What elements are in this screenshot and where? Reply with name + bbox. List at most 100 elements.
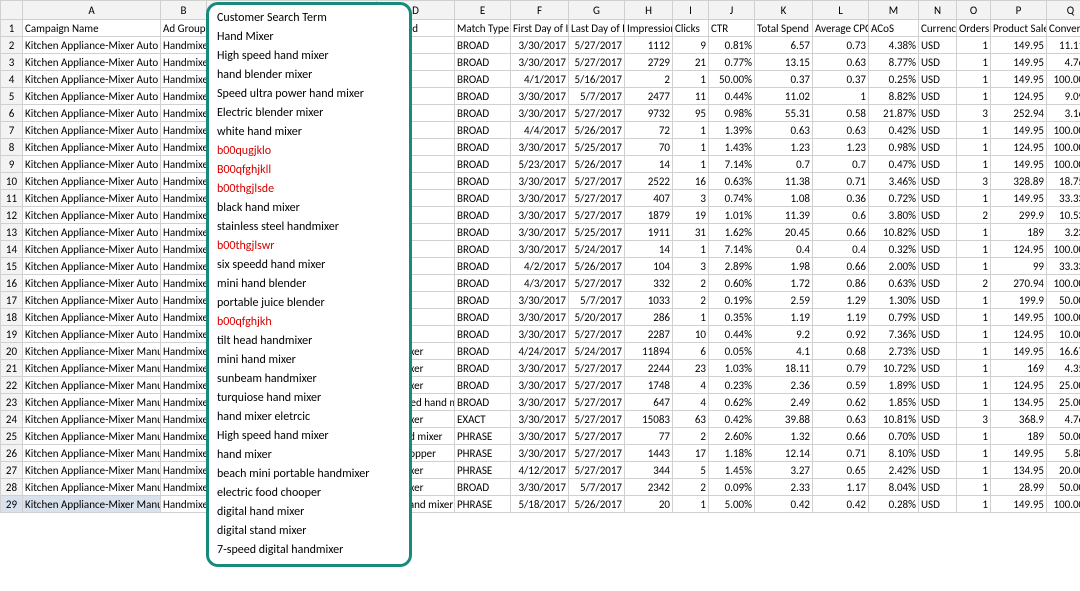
cell-ctr[interactable]: 1.18% xyxy=(709,445,755,462)
cell-orders[interactable]: 1 xyxy=(957,156,991,173)
cell-currency[interactable]: USD xyxy=(919,360,957,377)
cell-matchtype[interactable]: BROAD xyxy=(455,173,511,190)
cell-adgroup[interactable]: Handmixer xyxy=(161,139,207,156)
cell-ctr[interactable]: 1.62% xyxy=(709,224,755,241)
cell-conversion[interactable]: 10.53% xyxy=(1047,207,1080,224)
cell-orders[interactable]: 1 xyxy=(957,309,991,326)
cell-lastday[interactable]: 5/27/2017 xyxy=(569,275,625,292)
cell-cpc[interactable]: 1 xyxy=(813,88,869,105)
cell-sales[interactable]: 149.95 xyxy=(991,343,1047,360)
cell-firstday[interactable]: 3/30/2017 xyxy=(511,207,569,224)
cell-orders[interactable]: 2 xyxy=(957,207,991,224)
cell-orders[interactable]: 1 xyxy=(957,360,991,377)
cell-firstday[interactable]: 3/30/2017 xyxy=(511,445,569,462)
cell-spend[interactable]: 1.32 xyxy=(755,428,813,445)
col-header-K[interactable]: K xyxy=(755,1,813,20)
cell-acos[interactable]: 2.00% xyxy=(869,258,919,275)
cell-impressions[interactable]: 286 xyxy=(625,309,673,326)
cell-matchtype[interactable]: BROAD xyxy=(455,190,511,207)
cell-adgroup[interactable]: Handmixer xyxy=(161,54,207,71)
row-number[interactable]: 9 xyxy=(1,156,23,173)
cell-sales[interactable]: 252.94 xyxy=(991,105,1047,122)
cell-acos[interactable]: 2.42% xyxy=(869,462,919,479)
cell-adgroup[interactable]: Handmixer xyxy=(161,479,207,496)
cell-sales[interactable]: 124.95 xyxy=(991,326,1047,343)
cell-spend[interactable]: 2.33 xyxy=(755,479,813,496)
cell-currency[interactable]: USD xyxy=(919,122,957,139)
cell-cpc[interactable]: 0.63 xyxy=(813,122,869,139)
cell-campaign[interactable]: Kitchen Appliance-Mixer Auto xyxy=(23,258,161,275)
cell-conversion[interactable]: 33.33% xyxy=(1047,190,1080,207)
cell-adgroup[interactable]: Handmixer xyxy=(161,207,207,224)
cell-campaign[interactable]: Kitchen Appliance-Mixer Manual xyxy=(23,360,161,377)
cell-currency[interactable]: USD xyxy=(919,224,957,241)
cell-conversion[interactable]: 5.88% xyxy=(1047,445,1080,462)
field-header[interactable]: Total Spend xyxy=(755,20,813,37)
cell-ctr[interactable]: 0.09% xyxy=(709,479,755,496)
cell-firstday[interactable]: 5/18/2017 xyxy=(511,496,569,513)
cell-campaign[interactable]: Kitchen Appliance-Mixer Auto xyxy=(23,309,161,326)
cell-lastday[interactable]: 5/27/2017 xyxy=(569,377,625,394)
cell-clicks[interactable]: 1 xyxy=(673,71,709,88)
cell-currency[interactable]: USD xyxy=(919,479,957,496)
cell-spend[interactable]: 39.88 xyxy=(755,411,813,428)
cell-currency[interactable]: USD xyxy=(919,139,957,156)
cell-impressions[interactable]: 14 xyxy=(625,156,673,173)
cell-firstday[interactable]: 3/30/2017 xyxy=(511,37,569,54)
cell-impressions[interactable]: 14 xyxy=(625,241,673,258)
cell-adgroup[interactable]: Handmixer xyxy=(161,326,207,343)
cell-lastday[interactable]: 5/20/2017 xyxy=(569,309,625,326)
cell-impressions[interactable]: 1033 xyxy=(625,292,673,309)
cell-cpc[interactable]: 0.66 xyxy=(813,428,869,445)
cell-firstday[interactable]: 4/3/2017 xyxy=(511,275,569,292)
cell-matchtype[interactable]: PHRASE xyxy=(455,462,511,479)
cell-adgroup[interactable]: Handmixer xyxy=(161,122,207,139)
cell-matchtype[interactable]: PHRASE xyxy=(455,445,511,462)
col-header-L[interactable]: L xyxy=(813,1,869,20)
cell-lastday[interactable]: 5/27/2017 xyxy=(569,445,625,462)
row-number[interactable]: 16 xyxy=(1,275,23,292)
cell-impressions[interactable]: 2287 xyxy=(625,326,673,343)
cell-cpc[interactable]: 0.37 xyxy=(813,71,869,88)
field-header[interactable]: Campaign Name xyxy=(23,20,161,37)
cell-impressions[interactable]: 2342 xyxy=(625,479,673,496)
cell-conversion[interactable]: 100.00% xyxy=(1047,309,1080,326)
cell-firstday[interactable]: 3/30/2017 xyxy=(511,241,569,258)
cell-conversion[interactable]: 50.00% xyxy=(1047,479,1080,496)
cell-spend[interactable]: 2.59 xyxy=(755,292,813,309)
cell-orders[interactable]: 1 xyxy=(957,190,991,207)
cell-sales[interactable]: 328.89 xyxy=(991,173,1047,190)
cell-campaign[interactable]: Kitchen Appliance-Mixer Manual xyxy=(23,428,161,445)
col-header-F[interactable]: F xyxy=(511,1,569,20)
cell-firstday[interactable]: 4/2/2017 xyxy=(511,258,569,275)
cell-lastday[interactable]: 5/24/2017 xyxy=(569,343,625,360)
cell-spend[interactable]: 2.36 xyxy=(755,377,813,394)
row-number[interactable]: 21 xyxy=(1,360,23,377)
row-number[interactable]: 12 xyxy=(1,207,23,224)
cell-spend[interactable]: 3.27 xyxy=(755,462,813,479)
cell-impressions[interactable]: 2244 xyxy=(625,360,673,377)
cell-sales[interactable]: 149.95 xyxy=(991,156,1047,173)
cell-matchtype[interactable]: BROAD xyxy=(455,224,511,241)
cell-acos[interactable]: 8.10% xyxy=(869,445,919,462)
col-header-E[interactable]: E xyxy=(455,1,511,20)
cell-firstday[interactable]: 3/30/2017 xyxy=(511,479,569,496)
cell-firstday[interactable]: 3/30/2017 xyxy=(511,224,569,241)
cell-firstday[interactable]: 3/30/2017 xyxy=(511,411,569,428)
cell-ctr[interactable]: 1.39% xyxy=(709,122,755,139)
row-number[interactable]: 4 xyxy=(1,71,23,88)
cell-cpc[interactable]: 0.92 xyxy=(813,326,869,343)
cell-ctr[interactable]: 1.43% xyxy=(709,139,755,156)
cell-acos[interactable]: 1.30% xyxy=(869,292,919,309)
cell-clicks[interactable]: 19 xyxy=(673,207,709,224)
cell-lastday[interactable]: 5/27/2017 xyxy=(569,54,625,71)
cell-clicks[interactable]: 1 xyxy=(673,496,709,513)
cell-cpc[interactable]: 1.17 xyxy=(813,479,869,496)
cell-acos[interactable]: 0.79% xyxy=(869,309,919,326)
cell-clicks[interactable]: 4 xyxy=(673,377,709,394)
cell-adgroup[interactable]: Handmixer xyxy=(161,71,207,88)
cell-matchtype[interactable]: BROAD xyxy=(455,156,511,173)
cell-matchtype[interactable]: BROAD xyxy=(455,105,511,122)
cell-lastday[interactable]: 5/27/2017 xyxy=(569,411,625,428)
cell-lastday[interactable]: 5/27/2017 xyxy=(569,173,625,190)
